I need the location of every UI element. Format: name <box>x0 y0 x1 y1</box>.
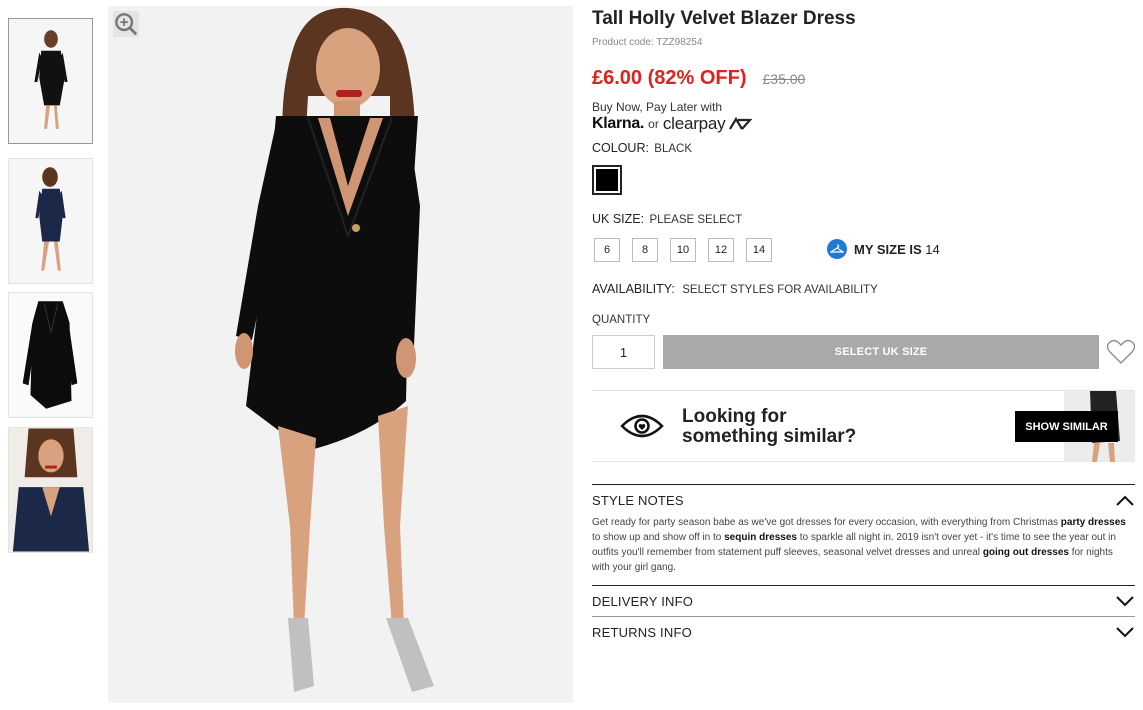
size-option[interactable]: 10 <box>670 238 696 262</box>
thumbnail-1[interactable] <box>8 18 93 144</box>
style-notes-header[interactable]: STYLE NOTES <box>592 485 1135 515</box>
style-notes-text-2: to show up and show off in to <box>592 532 725 543</box>
swatch-fill <box>596 169 618 191</box>
thumbnail-3[interactable] <box>8 292 93 418</box>
style-notes-body: Get ready for party season babe as we've… <box>592 515 1135 575</box>
payment-providers: Klarna. or clearpay <box>592 114 752 134</box>
size-option[interactable]: 12 <box>708 238 734 262</box>
similar-line-2: something similar? <box>682 426 857 447</box>
colour-value: BLACK <box>654 143 693 155</box>
bnpl-text: Buy Now, Pay Later with <box>592 100 723 114</box>
thumbnail-image-flat <box>9 293 92 417</box>
zoom-icon <box>115 13 138 36</box>
delivery-info-title: DELIVERY INFO <box>592 593 694 609</box>
size-option[interactable]: 6 <box>594 238 620 262</box>
thumbnail-4[interactable] <box>8 427 93 553</box>
returns-info-title: RETURNS INFO <box>592 624 692 640</box>
klarna-logo[interactable]: Klarna. <box>592 115 644 133</box>
returns-info-header[interactable]: RETURNS INFO <box>592 617 1135 647</box>
similar-line-1: Looking for <box>682 406 787 427</box>
chevron-up-icon <box>1116 495 1134 506</box>
original-price: £35.00 <box>762 71 806 87</box>
size-label: UK SIZE: <box>592 212 645 226</box>
add-to-bag-button[interactable]: SELECT UK SIZE <box>663 335 1099 369</box>
thumbnail-2[interactable] <box>8 158 93 284</box>
colour-label: COLOUR: <box>592 141 649 155</box>
thumbnail-image-closeup <box>9 428 92 552</box>
returns-info-section: RETURNS INFO <box>592 616 1135 647</box>
product-title: Tall Holly Velvet Blazer Dress <box>592 8 856 29</box>
going-out-dresses-link[interactable]: going out dresses <box>983 547 1069 558</box>
delivery-info-section: DELIVERY INFO <box>592 585 1135 616</box>
model-illustration <box>108 6 573 703</box>
show-similar-button[interactable]: SHOW SIMILAR <box>1015 411 1118 442</box>
style-notes-text-1: Get ready for party season babe as we've… <box>592 517 1061 528</box>
style-notes-section: STYLE NOTES Get ready for party season b… <box>592 484 1135 575</box>
colour-swatch-black[interactable] <box>592 165 622 195</box>
size-value: PLEASE SELECT <box>649 214 743 226</box>
clearpay-arrows-icon <box>728 117 752 130</box>
my-size-button[interactable]: MY SIZE IS 14 <box>827 239 940 259</box>
size-row: UK SIZE: PLEASE SELECT <box>592 212 742 226</box>
quantity-label: QUANTITY <box>592 314 651 326</box>
quantity-input[interactable] <box>592 335 655 369</box>
availability-label: AVAILABILITY: <box>592 282 675 296</box>
thumbnail-image-back <box>9 159 92 283</box>
availability-row: AVAILABILITY: SELECT STYLES FOR AVAILABI… <box>592 282 878 296</box>
size-options: 6 8 10 12 14 <box>594 238 772 262</box>
similar-banner: Looking for something similar? SHOW SIMI… <box>592 390 1135 462</box>
availability-value: SELECT STYLES FOR AVAILABILITY <box>682 284 878 296</box>
my-size-label: MY SIZE IS <box>854 241 922 257</box>
thumbnail-image-front <box>9 19 92 143</box>
payment-or: or <box>648 117 659 131</box>
product-code: Product code: TZZ98254 <box>592 37 703 48</box>
clearpay-label: clearpay <box>662 114 726 133</box>
my-size-text: MY SIZE IS 14 <box>854 242 940 257</box>
chevron-down-icon <box>1116 596 1134 607</box>
sequin-dresses-link[interactable]: sequin dresses <box>724 532 797 543</box>
my-size-value: 14 <box>925 241 940 257</box>
delivery-info-header[interactable]: DELIVERY INFO <box>592 586 1135 616</box>
price-row: £6.00 (82% OFF) £35.00 <box>592 67 805 90</box>
sale-price: £6.00 (82% OFF) <box>592 67 747 89</box>
colour-row: COLOUR: BLACK <box>592 141 692 155</box>
style-notes-title: STYLE NOTES <box>592 492 684 508</box>
size-option[interactable]: 14 <box>746 238 772 262</box>
size-option[interactable]: 8 <box>632 238 658 262</box>
clearpay-logo[interactable]: clearpay <box>663 114 752 134</box>
zoom-button[interactable] <box>113 11 139 37</box>
hanger-icon <box>827 239 847 259</box>
party-dresses-link[interactable]: party dresses <box>1061 517 1126 528</box>
chevron-down-icon <box>1116 627 1134 638</box>
similar-heading: Looking for something similar? <box>682 407 856 447</box>
heart-icon[interactable] <box>1106 338 1136 366</box>
eye-icon <box>620 414 664 438</box>
main-product-image <box>108 6 573 703</box>
